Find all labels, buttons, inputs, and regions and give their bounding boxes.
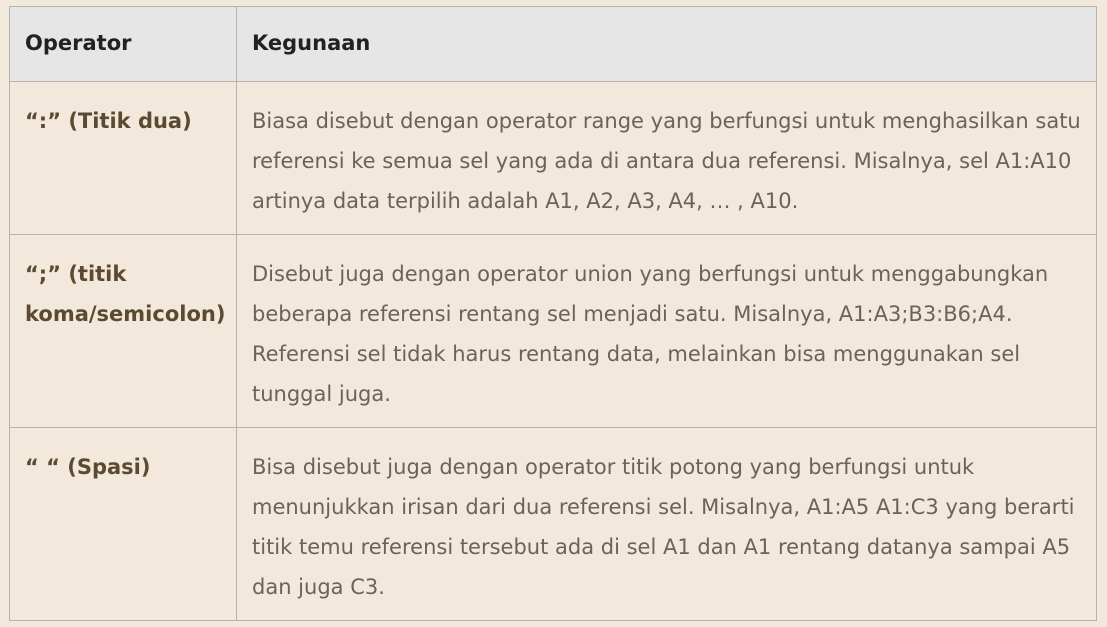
description-cell: Bisa disebut juga dengan operator titik … bbox=[236, 427, 1097, 621]
table-header-row: Operator Kegunaan bbox=[9, 6, 1097, 82]
operator-cell: “ “ (Spasi) bbox=[9, 427, 237, 621]
operator-cell: “:” (Titik dua) bbox=[9, 81, 237, 235]
description-cell: Disebut juga dengan operator union yang … bbox=[236, 234, 1097, 428]
header-operator: Operator bbox=[9, 6, 237, 82]
table-row: “;” (titik koma/semicolon) Disebut juga … bbox=[9, 234, 1097, 428]
table-row: “:” (Titik dua) Biasa disebut dengan ope… bbox=[9, 81, 1097, 235]
operator-cell: “;” (titik koma/semicolon) bbox=[9, 234, 237, 428]
operator-table: Operator Kegunaan “:” (Titik dua) Biasa … bbox=[9, 6, 1097, 621]
operator-table-container: Operator Kegunaan “:” (Titik dua) Biasa … bbox=[9, 6, 1097, 621]
table-row: “ “ (Spasi) Bisa disebut juga dengan ope… bbox=[9, 427, 1097, 621]
header-kegunaan: Kegunaan bbox=[236, 6, 1097, 82]
description-cell: Biasa disebut dengan operator range yang… bbox=[236, 81, 1097, 235]
